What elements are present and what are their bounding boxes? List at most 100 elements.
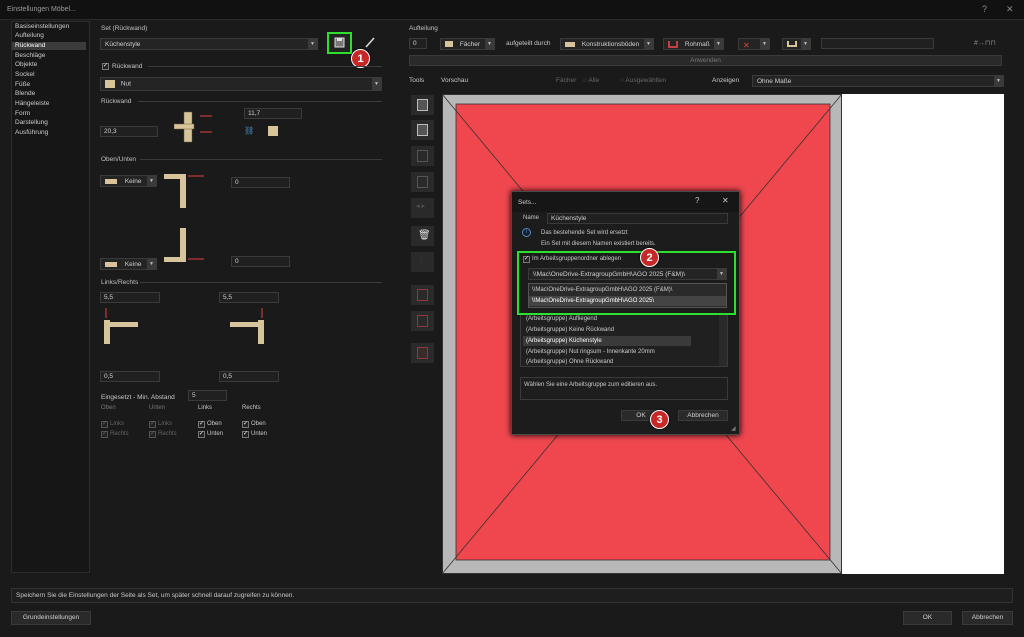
cabinet-add-icon	[417, 99, 428, 111]
min-abstand-value[interactable]: 5	[188, 390, 227, 401]
dialog-name-input[interactable]: Küchenstyle	[547, 213, 728, 224]
faecher-count[interactable]: 0	[409, 38, 427, 49]
rechts-oben-label: Oben	[251, 421, 266, 427]
nav-item-ausfuehrung[interactable]: Ausführung	[12, 129, 86, 137]
nav-item-objekte[interactable]: Objekte	[12, 61, 86, 69]
dialog-help-button[interactable]: ?	[695, 196, 699, 205]
dimension-icon	[668, 41, 678, 48]
resize-grip-icon[interactable]: ◢	[731, 425, 736, 432]
folder-select[interactable]: \\Mac\OneDrive-ExtragroupGmbH\AGO 2025 (…	[528, 268, 727, 280]
chevron-down-icon: ▼	[760, 39, 769, 49]
unten-select[interactable]: Keine ▼	[100, 258, 157, 270]
tool-copy-button	[411, 146, 434, 166]
edit-set-button[interactable]	[364, 35, 376, 49]
rechts-unten-checkbox[interactable]: ✓	[242, 431, 249, 438]
link-icon[interactable]: ⛓	[244, 126, 254, 135]
grid-link-icon[interactable]: #→⊓⊓	[974, 39, 996, 47]
set-list-item[interactable]: (Arbeitsgruppe) Nut ringsum - Innenkante…	[523, 347, 691, 357]
links-oben-checkbox[interactable]: ✓	[198, 421, 205, 428]
links-rechts-header: Links/Rechts	[101, 279, 139, 286]
rechts-oben-checkbox[interactable]: ✓	[242, 421, 249, 428]
tool-delete-button[interactable]: 🗑	[411, 226, 434, 246]
ok-button[interactable]: OK	[903, 611, 952, 625]
oben-select[interactable]: Keine ▼	[100, 175, 157, 187]
nav-item-blende[interactable]: Blende	[12, 90, 86, 98]
col-oben: Oben	[101, 405, 116, 411]
nav-item-form[interactable]: Form	[12, 110, 86, 118]
rueckwand-value-right[interactable]: 11,7	[244, 108, 302, 119]
aufteilung-header: Aufteilung	[409, 25, 438, 32]
apply-button[interactable]: Anwenden	[409, 55, 1002, 66]
set-description: Wählen Sie eine Arbeitsgruppe zum editie…	[520, 377, 728, 400]
chevron-down-icon: ▼	[308, 39, 317, 49]
set-list-item[interactable]: (Arbeitsgruppe) Aufliegend	[523, 314, 691, 324]
cross-select[interactable]: ✕ ▼	[738, 38, 770, 50]
grundeinstellungen-button[interactable]: Grundeinstellungen	[11, 611, 91, 625]
save-set-button[interactable]	[327, 32, 352, 54]
links-unten-checkbox[interactable]: ✓	[198, 431, 205, 438]
tool-split-button[interactable]	[411, 311, 434, 331]
faecher-select[interactable]: Fächer ▼	[440, 38, 495, 50]
dialog-close-button[interactable]: ✕	[722, 196, 729, 205]
tool-frame-button[interactable]	[411, 343, 434, 363]
tool-grid-button[interactable]	[411, 120, 434, 140]
set-list-item[interactable]: (Arbeitsgruppe) Ohne Rückwand	[523, 357, 691, 367]
aufgeteilt-label: aufgeteilt durch	[506, 40, 551, 47]
settings-nav: Basiseinstellungen Aufteilung Rückwand B…	[11, 21, 90, 573]
nav-item-darstellung[interactable]: Darstellung	[12, 119, 86, 127]
konstruktionsboeden-select[interactable]: Konstruktionsböden ▼	[560, 38, 654, 50]
nav-item-rueckwand[interactable]: Rückwand	[12, 42, 86, 50]
rueckwand-value-left[interactable]: 20,3	[100, 126, 158, 137]
oben-value[interactable]: 0	[231, 177, 290, 188]
dialog-cancel-button[interactable]: Abbrechen	[678, 410, 728, 421]
set-list-scrollbar[interactable]	[719, 306, 727, 366]
filter-ausgewaehlte-radio: ○ Ausgewählten	[620, 77, 667, 84]
title-bar: Einstellungen Möbel... ? ✕	[0, 0, 1024, 20]
rechts-value-1[interactable]: 5,5	[219, 292, 279, 303]
nav-item-sockel[interactable]: Sockel	[12, 71, 86, 79]
folder-option-highlighted[interactable]: \\Mac\OneDrive-ExtragroupGmbH\AGO 2025\	[529, 296, 726, 306]
set-select[interactable]: Küchenstyle ▼	[100, 38, 318, 50]
chevron-down-icon: ▼	[994, 76, 1003, 86]
folder-option[interactable]: \\Mac\OneDrive-ExtragroupGmbH\AGO 2025 (…	[529, 285, 726, 295]
rechts-value-2[interactable]: 0,5	[219, 371, 279, 382]
anzeigen-select[interactable]: Ohne Maße ▼	[752, 75, 1004, 87]
cancel-button[interactable]: Abbrechen	[962, 611, 1013, 625]
joint-select[interactable]: Nut ▼	[100, 77, 382, 91]
resize-icon	[417, 289, 428, 301]
links-value-1[interactable]: 5,5	[100, 292, 160, 303]
help-button[interactable]: ?	[982, 4, 987, 14]
bracket-select[interactable]: ▼	[782, 38, 811, 50]
tool-resize-button[interactable]	[411, 285, 434, 305]
anzeigen-select-value: Ohne Maße	[757, 78, 792, 85]
trash-icon: 🗑	[418, 230, 431, 241]
close-window-button[interactable]: ✕	[1006, 4, 1014, 15]
chevron-down-icon: ▼	[714, 39, 723, 49]
tool-move-button: ◂ ▸	[411, 198, 434, 218]
konstruktionsboeden-value: Konstruktionsböden	[581, 41, 640, 48]
rueckwand-header: Rückwand	[101, 98, 132, 105]
nav-item-beschlaege[interactable]: Beschläge	[12, 52, 86, 60]
nav-item-basiseinstellungen[interactable]: Basiseinstellungen	[12, 23, 86, 31]
joint-select-value: Nut	[120, 80, 131, 88]
window-title: Einstellungen Möbel...	[7, 6, 76, 13]
vorschau-label: Vorschau	[441, 77, 469, 84]
rueckwand-checkbox-label: Rückwand	[112, 63, 143, 70]
dialog-info-1: Das bestehende Set wird ersetzt	[541, 230, 628, 236]
set-list-item[interactable]: (Arbeitsgruppe) Keine Rückwand	[523, 325, 691, 335]
rohmass-select[interactable]: Rohmaß ▼	[663, 38, 724, 50]
col-links: Links	[198, 405, 213, 411]
tool-add-shelf-button[interactable]	[411, 95, 434, 115]
set-list-item-selected[interactable]: (Arbeitsgruppe) Küchenstyle	[523, 336, 691, 346]
nav-item-fuesse[interactable]: Füße	[12, 81, 86, 89]
nav-item-haengeleiste[interactable]: Hängeleiste	[12, 100, 86, 108]
filter-alle-radio: ○ Alle	[583, 77, 600, 84]
nav-item-aufteilung[interactable]: Aufteilung	[12, 32, 86, 40]
unten-value[interactable]: 0	[231, 256, 290, 267]
workgroup-folder-checkbox[interactable]: ✓	[523, 256, 530, 263]
divider	[138, 101, 382, 102]
aufteilung-extra-field[interactable]	[821, 38, 934, 49]
links-value-2[interactable]: 0,5	[100, 371, 160, 382]
material-icon[interactable]	[268, 126, 278, 136]
rueckwand-checkbox[interactable]: ✓	[102, 63, 109, 70]
